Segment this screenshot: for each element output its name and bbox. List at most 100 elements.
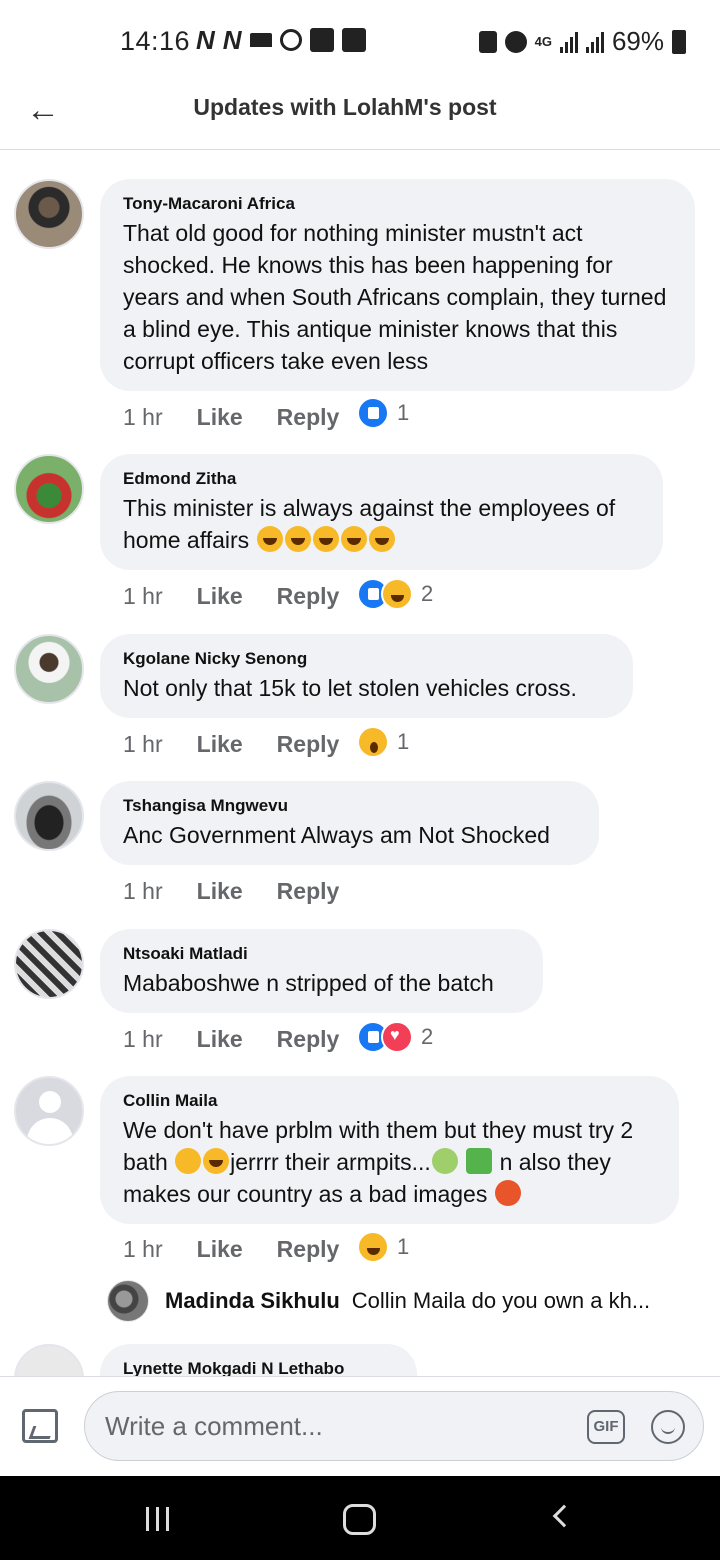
laughing-emoji-icon <box>284 526 311 552</box>
emoji-icon[interactable] <box>651 1410 685 1444</box>
laughing-emoji-icon <box>256 526 283 552</box>
reaction-summary[interactable]: 2 <box>357 578 433 610</box>
love-reaction-icon <box>381 1021 413 1053</box>
reply-button[interactable]: Reply <box>277 583 340 610</box>
avatar[interactable] <box>14 1076 84 1146</box>
avatar[interactable] <box>14 179 84 249</box>
like-button[interactable]: Like <box>197 404 243 431</box>
comment-time[interactable]: 1 hr <box>123 878 163 905</box>
comment-actions: 1 hr Like Reply <box>123 404 339 431</box>
reply-preview[interactable]: Madinda Sikhulu Collin Maila do you own … <box>107 1280 707 1322</box>
checkbox-icon <box>309 28 334 52</box>
reply-button[interactable]: Reply <box>277 1026 340 1053</box>
avatar[interactable] <box>14 454 84 524</box>
recycle-icon <box>478 30 497 53</box>
comment-bubble[interactable]: Tshangisa Mngwevu Anc Government Always … <box>100 781 599 865</box>
comment-actions: 1 hr Like Reply <box>123 878 339 905</box>
comment-author[interactable]: Edmond Zitha <box>123 468 641 490</box>
reply-button[interactable]: Reply <box>277 878 340 905</box>
comment-bubble[interactable]: Collin Maila We don't have prblm with th… <box>100 1076 679 1224</box>
reaction-summary[interactable]: 1 <box>357 726 409 758</box>
comment-text: Anc Government Always am Not Shocked <box>123 822 550 848</box>
comment-actions: 1 hr Like Reply <box>123 1026 339 1053</box>
reply-author[interactable]: Madinda Sikhulu <box>165 1288 340 1314</box>
avatar[interactable] <box>107 1280 149 1322</box>
comment-time[interactable]: 1 hr <box>123 1026 163 1053</box>
angry-emoji-icon <box>494 1180 521 1206</box>
notification-icons: N N <box>196 25 366 55</box>
system-navigation-bar <box>0 1476 720 1560</box>
reaction-count: 1 <box>397 729 410 754</box>
page-title: Updates with LolahM's post <box>193 94 497 120</box>
comment-author[interactable]: Kgolane Nicky Senong <box>123 648 611 670</box>
comment-bubble[interactable]: Ntsoaki Matladi Mababoshwe n stripped of… <box>100 929 543 1013</box>
comment-bubble[interactable]: Tony-Macaroni Africa That old good for n… <box>100 179 695 391</box>
reply-button[interactable]: Reply <box>277 731 340 758</box>
comment-input-placeholder: Write a comment... <box>105 1411 323 1441</box>
system-icons: 4G 69% <box>478 26 686 57</box>
comment-text: This minister is always against the empl… <box>123 495 616 553</box>
reply-button[interactable]: Reply <box>277 1236 340 1263</box>
comment-actions: 1 hr Like Reply <box>123 731 339 758</box>
avatar[interactable] <box>14 1344 84 1376</box>
comment-text-wrap: This minister is always against the empl… <box>123 492 641 556</box>
comment-text: jerrrr their armpits... <box>230 1149 431 1175</box>
recent-apps-icon[interactable] <box>146 1507 169 1531</box>
car-icon <box>249 33 272 47</box>
avatar[interactable] <box>14 634 84 704</box>
default-avatar-body <box>27 1118 73 1144</box>
gif-button[interactable]: GIF <box>587 1410 625 1444</box>
litter-bin-emoji-icon <box>466 1148 493 1174</box>
reply-text: Collin Maila do you own a kh... <box>351 1288 651 1313</box>
like-button[interactable]: Like <box>197 583 243 610</box>
comment-bubble[interactable]: Edmond Zitha This minister is always aga… <box>100 454 663 570</box>
battery-percent: 69% <box>611 26 664 56</box>
news-notification-icon: N <box>222 25 242 55</box>
comment-time[interactable]: 1 hr <box>123 583 163 610</box>
laughing-emoji-icon <box>368 526 395 552</box>
haha-reaction-icon <box>381 578 413 610</box>
reaction-count: 2 <box>421 581 434 606</box>
avatar[interactable] <box>14 781 84 851</box>
like-button[interactable]: Like <box>197 1236 243 1263</box>
comment-author[interactable]: Ntsoaki Matladi <box>123 943 521 965</box>
default-avatar-head <box>39 1091 61 1113</box>
comment-time[interactable]: 1 hr <box>123 1236 163 1263</box>
grinning-emoji-icon <box>203 1148 230 1174</box>
like-button[interactable]: Like <box>197 731 243 758</box>
comment-time[interactable]: 1 hr <box>123 404 163 431</box>
news-notification-icon: N <box>196 25 215 55</box>
alarm-icon <box>504 30 527 53</box>
battery-icon <box>672 29 686 54</box>
comment-author[interactable]: Collin Maila <box>123 1090 657 1112</box>
photo-icon[interactable] <box>22 1409 58 1443</box>
comment-time[interactable]: 1 hr <box>123 731 163 758</box>
comment-text: Mababoshwe n stripped of the batch <box>123 970 494 996</box>
comment-bubble[interactable]: Kgolane Nicky Senong Not only that 15k t… <box>100 634 633 718</box>
comment-author[interactable]: Tony-Macaroni Africa <box>123 193 673 215</box>
back-icon[interactable] <box>552 1504 576 1528</box>
reaction-summary[interactable]: 1 <box>357 1231 409 1263</box>
comment-actions: 1 hr Like Reply <box>123 583 339 610</box>
comment-actions: 1 hr Like Reply <box>123 1236 339 1263</box>
comment-input[interactable]: Write a comment... GIF <box>84 1391 704 1461</box>
huffing-emoji-icon <box>175 1148 202 1174</box>
comment-author[interactable]: Tshangisa Mngwevu <box>123 795 577 817</box>
comment-text: Not only that 15k to let stolen vehicles… <box>123 675 577 701</box>
comment-bubble[interactable]: Lynette Mokgadi N Lethabo <box>100 1344 417 1376</box>
like-button[interactable]: Like <box>197 1026 243 1053</box>
avatar[interactable] <box>14 929 84 999</box>
comment-author[interactable]: Lynette Mokgadi N Lethabo <box>123 1358 395 1376</box>
reaction-count: 1 <box>397 1234 410 1259</box>
like-reaction-icon <box>357 397 389 429</box>
laughing-emoji-icon <box>340 526 367 552</box>
comments-list[interactable]: Tony-Macaroni Africa That old good for n… <box>0 150 720 1376</box>
reaction-summary[interactable]: 1 <box>357 397 409 429</box>
like-button[interactable]: Like <box>197 878 243 905</box>
home-icon[interactable] <box>343 1504 376 1535</box>
status-bar: 14:16 N N 4G 69% <box>0 0 720 80</box>
reaction-summary[interactable]: 2 <box>357 1021 433 1053</box>
comment-text: That old good for nothing minister mustn… <box>123 220 667 374</box>
reply-button[interactable]: Reply <box>277 404 340 431</box>
laughing-emoji-icon <box>312 526 339 552</box>
